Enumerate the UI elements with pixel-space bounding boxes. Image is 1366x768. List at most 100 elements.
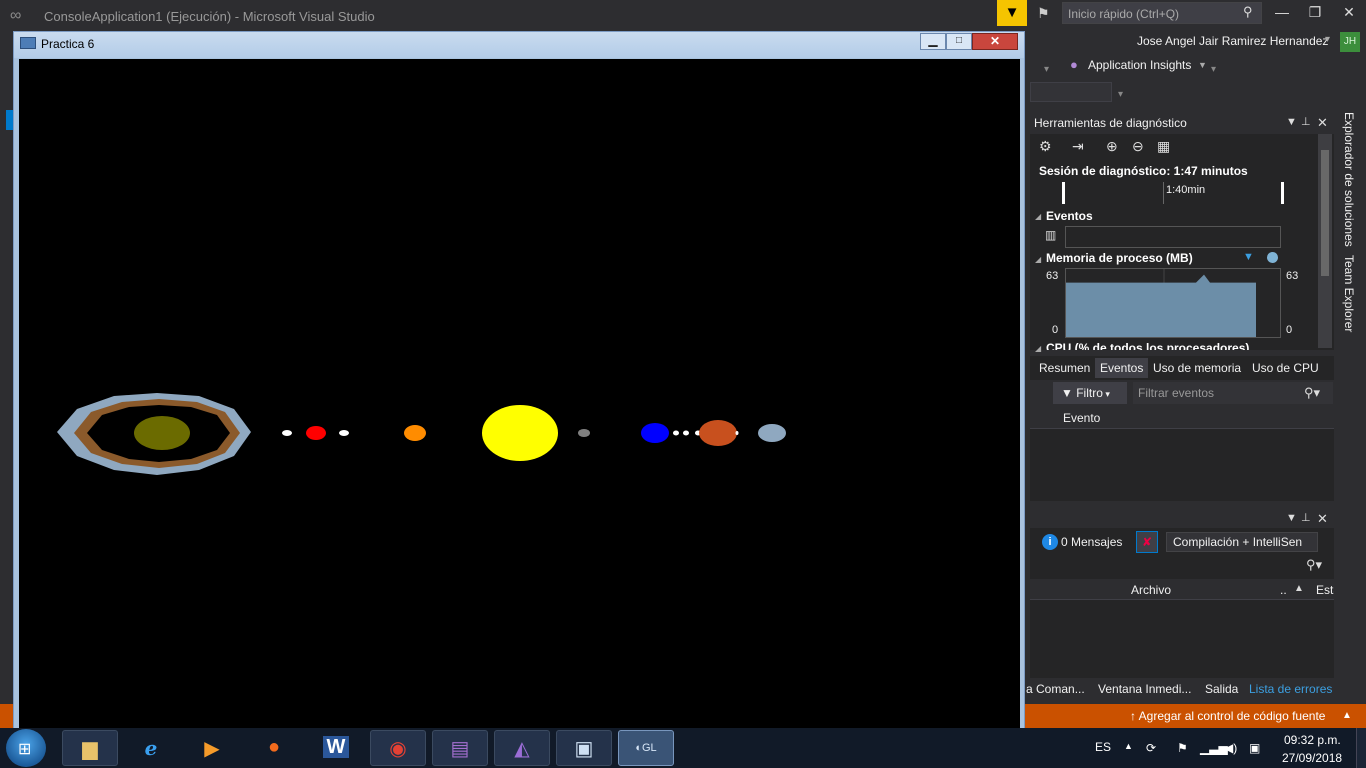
close-button[interactable]: ✕ [972,33,1018,50]
minimize-icon[interactable]: — [1267,4,1297,20]
power-icon[interactable]: ▣ [1249,741,1260,755]
minimize-button[interactable]: ▁ [920,33,946,50]
opengl-title-bar[interactable] [14,32,1024,58]
tab-ventana-inmediato[interactable]: Ventana Inmedi... [1098,682,1191,696]
tab-resumen[interactable]: Resumen [1034,358,1095,378]
chevron-up-icon[interactable]: ▲ [1342,710,1352,721]
memory-section-header[interactable]: Memoria de proceso (MB) [1046,251,1193,265]
tab-lista-errores[interactable]: Lista de errores [1249,682,1332,696]
zoom-out-icon[interactable]: ⊖ [1132,138,1144,155]
feedback-icon[interactable]: ⚑ [1037,5,1050,22]
action-center-flag-icon[interactable]: ⚑ [1177,741,1188,755]
diagnostics-title: Herramientas de diagnóstico [1034,116,1187,130]
visual-studio-logo-icon: ∞ [10,7,22,24]
search-icon[interactable]: ⚲▾ [1306,557,1322,573]
messages-filter[interactable]: 0 Mensajes [1061,535,1122,549]
application-insights-button[interactable]: Application Insights [1088,58,1191,72]
column-more[interactable]: .. [1280,583,1287,597]
clock-time[interactable]: 09:32 p.m. [1284,733,1341,747]
app-window-icon[interactable] [20,37,36,49]
left-tab-indicator[interactable] [6,110,13,130]
source-control-button[interactable]: ↑ Agregar al control de código fuente [1130,709,1325,723]
session-duration: Sesión de diagnóstico: 1:47 minutos [1039,164,1248,178]
memory-chart[interactable] [1065,268,1281,338]
collapse-icon[interactable]: ◢ [1035,212,1041,221]
notifications-flag-icon[interactable]: ▼ [997,0,1027,26]
export-icon[interactable]: ⇥ [1072,138,1084,155]
tab-uso-cpu[interactable]: Uso de CPU [1247,358,1324,378]
scrollbar-thumb[interactable] [1321,150,1329,276]
saturn-core [134,416,190,450]
filter-icon: ▼ [1061,386,1077,400]
tab-explorador-soluciones[interactable]: Explorador de soluciones [1342,112,1356,247]
cpu-section-header[interactable]: CPU (% de todos los procesadores) [1046,341,1249,350]
memory-area [1066,274,1256,337]
chevron-down-icon[interactable]: ▼ [1198,60,1207,70]
opengl-window-title: Practica 6 [41,37,95,51]
close-icon[interactable]: ✕ [1317,115,1328,131]
filter-events-input[interactable]: Filtrar eventos [1133,382,1333,404]
info-icon[interactable]: i [1042,534,1058,550]
quick-launch-input[interactable]: Inicio rápido (Ctrl+Q) [1062,2,1262,24]
pin-icon[interactable]: ⊥ [1301,115,1311,128]
firefox-icon: ● [267,736,281,758]
column-evento[interactable]: Evento [1063,411,1100,425]
vs-window-title: ConsoleApplication1 (Ejecución) - Micros… [44,9,375,24]
show-hidden-icons[interactable]: ▲ [1124,741,1133,751]
toolbar-combo[interactable] [1030,82,1112,102]
moon-dot-2 [683,430,689,436]
console-window-icon: ▣ [574,738,594,760]
filter-button[interactable]: ▼ Filtro ▾ [1053,382,1127,404]
visual-studio-icon: ◭ [514,738,530,760]
collapse-icon[interactable]: ◢ [1035,344,1041,353]
memory-chart-svg [1066,269,1256,337]
chevron-down-icon[interactable]: ▾ [1325,34,1330,45]
user-avatar[interactable]: JH [1340,32,1360,52]
pane-menu-icon[interactable]: ▼ [1286,116,1297,128]
toolbar-overflow-icon[interactable]: ▾ [1211,64,1216,75]
gear-icon[interactable]: ⚙ [1039,138,1052,155]
close-icon[interactable]: ✕ [1334,4,1364,21]
events-section-header[interactable]: Eventos [1046,209,1093,223]
venus [404,425,426,441]
collapse-icon[interactable]: ◢ [1035,255,1041,264]
user-name[interactable]: Jose Angel Jair Ramirez Hernandez [1137,34,1328,48]
solar-system-scene [57,393,786,475]
uranus [758,424,786,442]
toolbar-overflow-icon[interactable]: ▾ [1044,64,1049,75]
windows-logo-icon: ⊞ [18,741,32,758]
tab-salida[interactable]: Salida [1205,682,1238,696]
moon-left [282,430,292,436]
show-desktop-button[interactable] [1356,728,1366,768]
close-icon[interactable]: ✕ [1317,511,1328,527]
clock-date[interactable]: 27/09/2018 [1282,751,1342,765]
pin-icon[interactable]: ⊥ [1301,511,1311,524]
memory-max-left: 63 [1046,270,1059,282]
tab-team-explorer[interactable]: Team Explorer [1342,255,1356,332]
toolbar-overflow-icon[interactable]: ▾ [1118,89,1123,100]
volume-icon[interactable]: ◀) [1224,741,1237,755]
tab-uso-memoria[interactable]: Uso de memoria [1148,358,1246,378]
search-icon[interactable]: ⚲ [1243,4,1253,20]
build-filter-dropdown[interactable]: Compilación + IntelliSen [1166,532,1318,552]
search-icon[interactable]: ⚲▾ [1304,385,1320,401]
reset-zoom-icon[interactable]: ▦ [1157,138,1170,155]
zoom-in-icon[interactable]: ⊕ [1106,138,1118,155]
language-indicator[interactable]: ES [1095,740,1111,754]
pane-menu-icon[interactable]: ▼ [1286,512,1297,524]
sync-icon[interactable]: ⟳ [1146,741,1156,755]
winrar-icon: ▤ [450,738,470,760]
column-archivo[interactable]: Archivo [1131,583,1171,597]
sort-up-icon[interactable]: ▲ [1294,583,1304,594]
restore-icon[interactable]: ❐ [1300,4,1330,21]
pause-icon[interactable]: ▥ [1045,228,1056,242]
maximize-button[interactable]: □ [946,33,972,50]
source-control-label: Agregar al control de código fuente [1138,709,1326,723]
events-track [1065,226,1281,248]
tab-eventos[interactable]: Eventos [1095,358,1149,378]
tab-ventana-comandos[interactable]: a Coman... [1026,682,1085,696]
opengl-canvas[interactable] [19,59,1020,729]
filter-label: Filtro [1076,386,1103,400]
column-estado[interactable]: Esta [1316,583,1334,597]
filter-clear-icon[interactable]: ✘ [1136,531,1158,553]
